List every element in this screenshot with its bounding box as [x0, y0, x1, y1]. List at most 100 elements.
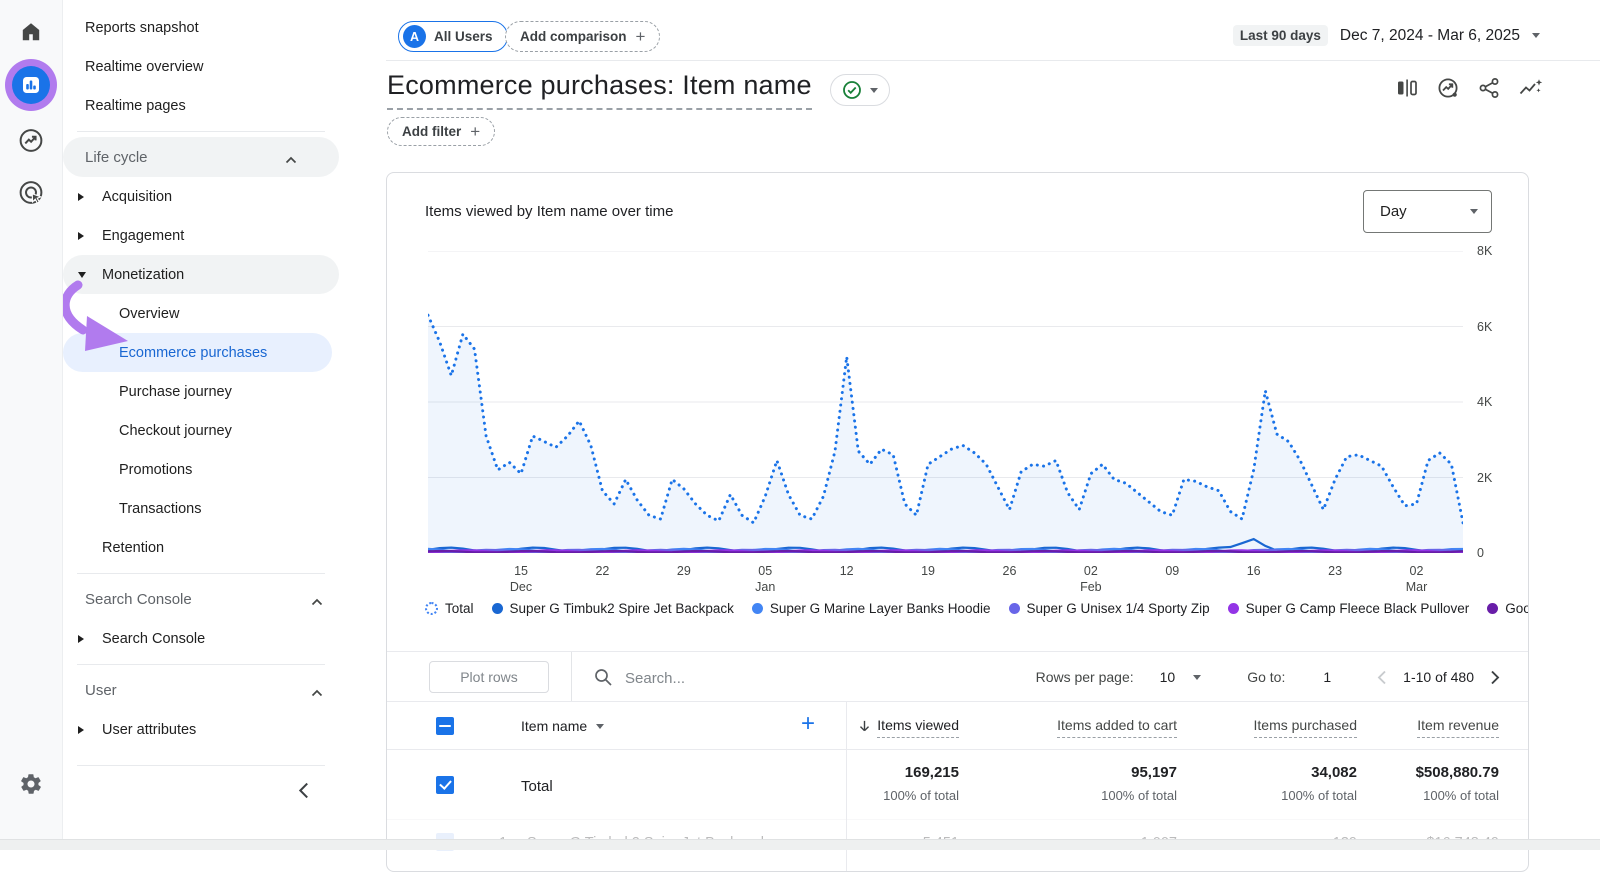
sidebar-item-promotions[interactable]: Promotions: [63, 450, 365, 489]
y-tick-label: 6K: [1477, 319, 1519, 335]
sidebar-item-realtime-pages[interactable]: Realtime pages: [63, 86, 365, 125]
chevron-down-icon: [596, 724, 604, 729]
sidebar-item-search-console[interactable]: Search Console: [63, 619, 365, 658]
add-comparison-button[interactable]: Add comparison +: [505, 21, 660, 52]
rows-per-page-value[interactable]: 10: [1160, 669, 1176, 685]
settings-gear-icon[interactable]: [19, 772, 43, 796]
report-status-menu[interactable]: [830, 74, 890, 106]
legend-item-super-g-unisex-1-4-sporty-zip[interactable]: Super G Unisex 1/4 Sporty Zip: [1009, 601, 1210, 616]
sidebar-item-ecommerce-purchases[interactable]: Ecommerce purchases: [63, 333, 332, 372]
sidebar-item-label: Checkout journey: [119, 423, 232, 439]
sidebar-item-label: Acquisition: [102, 189, 172, 205]
sidebar-item-user-attributes[interactable]: User attributes: [63, 710, 365, 749]
y-tick-label: 8K: [1477, 243, 1519, 259]
chart-title: Items viewed by Item name over time: [425, 203, 673, 220]
total-series-area: [428, 315, 1463, 553]
sidebar-item-retention[interactable]: Retention: [63, 528, 365, 567]
sidebar-item-engagement[interactable]: Engagement: [63, 216, 365, 255]
insights-icon[interactable]: [1436, 76, 1460, 100]
sidebar-item-label: Ecommerce purchases: [119, 345, 267, 361]
total-metric-cell: 169,215100% of total: [883, 764, 959, 803]
sidebar-divider: [77, 573, 325, 574]
legend-swatch: [425, 602, 438, 615]
table-toolbar: Plot rows Rows per page: 10 Go to: 1 1-1…: [387, 651, 1528, 702]
sidebar-item-overview[interactable]: Overview: [63, 294, 365, 333]
sidebar-item-monetization[interactable]: Monetization: [63, 255, 339, 294]
x-tick-label: 26: [977, 563, 1041, 579]
sidebar-item-label: Promotions: [119, 462, 192, 478]
legend-item-super-g-marine-layer-banks-hoodie[interactable]: Super G Marine Layer Banks Hoodie: [752, 601, 991, 616]
select-all-checkbox[interactable]: [436, 717, 454, 735]
legend-item-google-timb[interactable]: Google Timb: [1487, 601, 1528, 616]
page-title: Ecommerce purchases: Item name: [387, 70, 812, 110]
chevron-down-icon[interactable]: [1193, 675, 1201, 680]
legend-swatch: [492, 603, 503, 614]
next-page-icon[interactable]: [1490, 670, 1500, 685]
legend-label: Super G Timbuk2 Spire Jet Backpack: [510, 601, 734, 616]
column-header-label: Items viewed: [877, 717, 959, 738]
date-preset-badge: Last 90 days: [1233, 25, 1328, 46]
sidebar-section-life-cycle[interactable]: Life cycle: [63, 137, 339, 177]
add-column-button[interactable]: +: [801, 710, 815, 739]
explore-icon[interactable]: [18, 127, 45, 154]
legend-label: Super G Unisex 1/4 Sporty Zip: [1027, 601, 1210, 616]
x-tick-label: 05Jan: [733, 563, 797, 595]
sidebar-item-realtime-overview[interactable]: Realtime overview: [63, 47, 365, 86]
y-tick-label: 4K: [1477, 394, 1519, 410]
dimension-header-label: Item name: [521, 718, 587, 734]
sidebar-item-checkout-journey[interactable]: Checkout journey: [63, 411, 365, 450]
share-icon[interactable]: [1477, 76, 1501, 100]
add-filter-button[interactable]: Add filter +: [387, 117, 495, 146]
sidebar-item-purchase-journey[interactable]: Purchase journey: [63, 372, 365, 411]
check-circle-icon: [842, 80, 862, 100]
column-header-items-viewed[interactable]: Items viewed: [857, 717, 959, 738]
x-tick-label: 02Feb: [1059, 563, 1123, 595]
collapse-sidebar-button[interactable]: [297, 782, 310, 803]
plot-rows-button[interactable]: Plot rows: [429, 661, 549, 693]
total-metric-share: 100% of total: [1101, 788, 1177, 803]
chevron-up-icon: [311, 684, 323, 701]
previous-page-icon[interactable]: [1377, 670, 1387, 685]
sidebar-item-label: Realtime pages: [85, 98, 186, 114]
audience-chip-label: All Users: [434, 29, 493, 44]
date-range-picker[interactable]: Last 90 days Dec 7, 2024 - Mar 6, 2025: [1233, 25, 1540, 46]
legend-item-super-g-timbuk2-spire-jet-backpack[interactable]: Super G Timbuk2 Spire Jet Backpack: [492, 601, 734, 616]
legend-swatch: [752, 603, 763, 614]
granularity-select[interactable]: Day: [1363, 190, 1492, 233]
total-metric-share: 100% of total: [1281, 788, 1357, 803]
legend-item-total[interactable]: Total: [425, 601, 474, 616]
pagination-range: 1-10 of 480: [1403, 669, 1474, 685]
total-metric-share: 100% of total: [883, 788, 959, 803]
chevron-up-icon: [285, 151, 297, 168]
total-row-checkbox[interactable]: [436, 776, 454, 794]
sidebar-item-transactions[interactable]: Transactions: [63, 489, 365, 528]
sidebar-item-reports-snapshot[interactable]: Reports snapshot: [63, 8, 365, 47]
x-tick-label: 16: [1222, 563, 1286, 579]
audience-chip-all-users[interactable]: A All Users: [398, 21, 508, 52]
advertising-icon[interactable]: [18, 179, 45, 206]
column-header-items-added-to-cart[interactable]: Items added to cart: [1057, 717, 1177, 738]
granularity-value: Day: [1380, 203, 1470, 220]
reports-icon[interactable]: [12, 66, 50, 104]
total-metric-value: 34,082: [1281, 764, 1357, 781]
rows-per-page-label: Rows per page:: [1036, 669, 1134, 685]
horizontal-scrollbar[interactable]: [0, 839, 1600, 850]
sidebar-item-acquisition[interactable]: Acquisition: [63, 177, 365, 216]
dimension-column-header[interactable]: Item name: [521, 718, 604, 734]
sidebar-section-user[interactable]: User: [63, 670, 365, 710]
sidebar-item-label: Monetization: [102, 267, 184, 283]
home-icon[interactable]: [19, 20, 43, 44]
column-header-item-revenue[interactable]: Item revenue: [1417, 717, 1499, 738]
sidebar-divider: [77, 664, 325, 665]
app-rail: [0, 0, 63, 849]
expand-arrow-icon: [78, 635, 84, 643]
compare-reports-icon[interactable]: [1395, 76, 1419, 100]
table-search-input[interactable]: [623, 662, 927, 694]
sidebar-item-label: Transactions: [119, 501, 201, 517]
goto-page-value[interactable]: 1: [1323, 669, 1331, 685]
sort-descending-icon: [857, 717, 872, 737]
sparkline-insights-icon[interactable]: [1518, 76, 1545, 100]
legend-item-super-g-camp-fleece-black-pullover[interactable]: Super G Camp Fleece Black Pullover: [1228, 601, 1470, 616]
sidebar-section-search-console[interactable]: Search Console: [63, 579, 365, 619]
column-header-items-purchased[interactable]: Items purchased: [1254, 717, 1358, 738]
